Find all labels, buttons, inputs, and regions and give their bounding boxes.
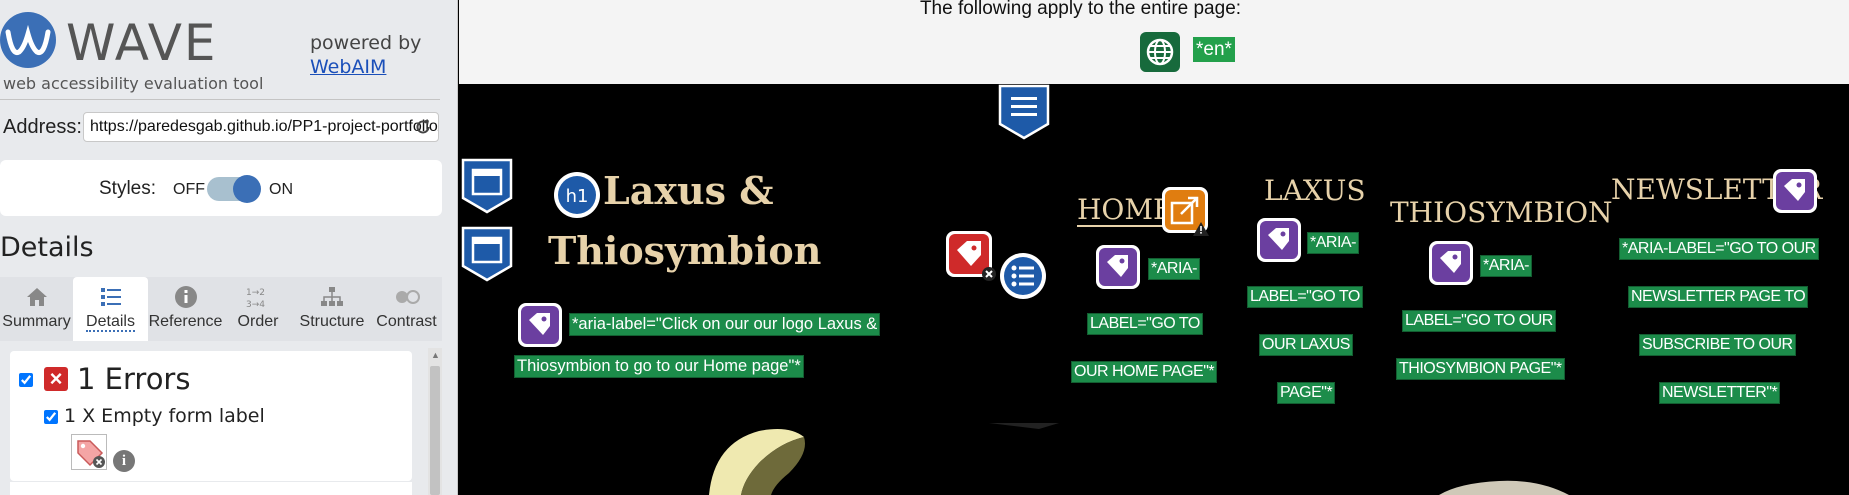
nav-link-laxus[interactable]: LAXUS <box>1264 174 1366 207</box>
site-title-line-1[interactable]: Laxus & <box>603 168 774 213</box>
tab-label: Summary <box>2 313 71 330</box>
header-landmark-icon[interactable] <box>461 158 513 219</box>
empty-form-label-icon[interactable] <box>71 434 107 470</box>
empty-form-label-checkbox[interactable] <box>44 410 58 424</box>
panel-scrollbar[interactable]: ▲ <box>428 348 442 495</box>
styles-label: Styles: <box>99 178 157 199</box>
language-label: *en* <box>1193 37 1235 62</box>
redundant-link-alert-icon[interactable] <box>1161 186 1213 243</box>
aria-label-annotation: PAGE"* <box>1277 382 1336 404</box>
tab-label: Order <box>237 313 279 330</box>
wave-logo-icon <box>0 12 56 68</box>
aria-label-annotation: Thiosymbion to go to our Home page"* <box>514 355 804 378</box>
wave-sidebar: WAVE web accessibility evaluation tool p… <box>0 0 458 495</box>
applies-to-page-text: The following apply to the entire page: <box>919 0 1242 19</box>
address-label: Address: <box>3 116 82 138</box>
aria-label-annotation: SUBSCRIBE TO OUR <box>1639 334 1796 356</box>
aria-tag-icon[interactable] <box>1095 244 1141 295</box>
tab-contrast[interactable]: Contrast <box>371 277 442 341</box>
powered-by-text: powered by <box>310 32 422 54</box>
site-title-line-2[interactable]: Thiosymbion <box>548 228 821 273</box>
reload-icon[interactable] <box>414 118 432 136</box>
errors-checkbox[interactable] <box>19 373 33 387</box>
wave-title: WAVE <box>66 14 218 72</box>
aria-label-annotation: NEWSLETTER"* <box>1659 382 1781 404</box>
aria-label-annotation: LABEL="GO TO <box>1247 286 1363 308</box>
tab-label: Reference <box>148 313 223 330</box>
hero-image <box>709 423 1569 495</box>
nav-link-home[interactable]: HOME <box>1077 193 1173 226</box>
nav-landmark-icon[interactable] <box>998 84 1050 145</box>
aria-label-annotation: *ARIA- <box>1307 232 1359 254</box>
contrast-icon <box>395 290 420 304</box>
list-icon <box>100 288 121 306</box>
address-input[interactable]: https://paredesgab.github.io/PP1-project… <box>83 112 439 142</box>
aria-label-annotation: *ARIA-LABEL="GO TO OUR <box>1619 238 1819 260</box>
styles-off-label: OFF <box>173 181 205 198</box>
tab-reference[interactable]: Reference <box>148 277 223 341</box>
aria-tag-icon[interactable] <box>517 302 563 353</box>
details-heading: Details <box>0 232 94 263</box>
svg-text:3→4: 3→4 <box>246 300 265 309</box>
aria-tag-icon[interactable] <box>1772 168 1818 219</box>
styles-toggle[interactable] <box>207 175 261 203</box>
page-level-annotations: The following apply to the entire page: … <box>459 0 1849 84</box>
order-icon: 1→23→4 <box>246 288 265 309</box>
home-icon <box>26 288 47 306</box>
styles-on-label: ON <box>269 181 293 198</box>
aria-label-annotation: NEWSLETTER PAGE TO <box>1628 286 1809 308</box>
aria-tag-icon[interactable] <box>1428 240 1474 291</box>
aria-tag-icon[interactable] <box>1256 217 1302 268</box>
webaim-link[interactable]: WebAIM <box>310 56 386 78</box>
banner-landmark-icon[interactable] <box>461 226 513 287</box>
aria-label-annotation: OUR LAXUS <box>1259 334 1353 356</box>
empty-form-label-text: 1 X Empty form label <box>64 405 265 427</box>
tab-label: Contrast <box>376 313 437 330</box>
svg-text:1→2: 1→2 <box>246 288 265 298</box>
aria-label-annotation: *aria-label="Click on our our logo Laxus… <box>569 313 881 336</box>
error-icon: × <box>44 367 68 391</box>
tab-label: Structure <box>299 313 365 330</box>
language-globe-icon[interactable] <box>1140 32 1180 72</box>
errors-title: 1 Errors <box>77 362 191 396</box>
unordered-list-icon[interactable] <box>999 252 1047 305</box>
panel-tabs: Summary Details Reference 1→2 3→4 Order S… <box>0 277 442 341</box>
tab-details[interactable]: Details <box>73 277 148 341</box>
aria-label-annotation: LABEL="GO TO OUR <box>1402 310 1556 332</box>
tab-structure[interactable]: Structure <box>293 277 371 341</box>
divider <box>0 99 440 100</box>
styles-panel: Styles: OFF ON <box>0 160 442 216</box>
tab-label: Details <box>86 313 135 332</box>
scroll-thumb[interactable] <box>430 366 440 495</box>
heading-h1-icon[interactable]: h1 <box>552 170 602 225</box>
aria-label-annotation: LABEL="GO TO <box>1087 313 1203 335</box>
wave-tagline: web accessibility evaluation tool <box>3 74 264 93</box>
structure-icon <box>321 287 343 306</box>
svg-text:h1: h1 <box>566 186 589 207</box>
info-icon <box>174 286 197 308</box>
aria-label-annotation: THIOSYMBION PAGE"* <box>1396 358 1565 380</box>
aria-label-annotation: OUR HOME PAGE"* <box>1071 361 1218 383</box>
aria-label-annotation: *ARIA- <box>1480 255 1532 277</box>
info-icon[interactable]: i <box>113 450 135 472</box>
toggle-knob <box>233 175 261 203</box>
empty-form-label-error-icon[interactable] <box>945 230 997 287</box>
scroll-up-arrow-icon[interactable]: ▲ <box>431 350 440 360</box>
tab-summary[interactable]: Summary <box>0 277 73 341</box>
nav-link-thiosymbion[interactable]: THIOSYMBION <box>1390 196 1613 229</box>
tab-order[interactable]: 1→2 3→4 Order <box>223 277 293 341</box>
page-preview: The following apply to the entire page: … <box>459 0 1849 495</box>
aria-label-annotation: *ARIA- <box>1148 258 1200 280</box>
next-card <box>10 482 412 495</box>
